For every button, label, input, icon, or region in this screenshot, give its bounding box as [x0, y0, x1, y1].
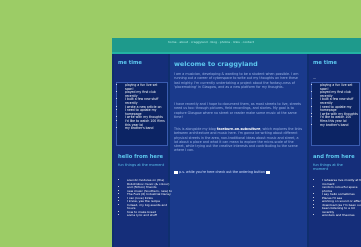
main-paragraph-1: I am a musician, developing & wanting to… [174, 72, 299, 89]
list-item[interactable]: some lyric and stuff [127, 213, 173, 218]
left-sidebar-section2-title: hello from here [118, 154, 164, 160]
right-sidebar-divider: — [313, 76, 316, 80]
list-item[interactable]: wonders and theories [322, 213, 361, 218]
right-sidebar-title: me time [313, 60, 337, 66]
right-sidebar-list: playing a fun live set soon!played my fi… [312, 83, 359, 128]
main-paragraph-3-text-b: , which explores the links between archi… [174, 127, 303, 153]
button-badge-icon[interactable] [174, 170, 178, 174]
main-title: welcome to craggyland [174, 60, 258, 68]
left-sidebar-box: playing a fun live set soon!played my fi… [116, 82, 168, 146]
page-background-left [0, 0, 112, 247]
main-paragraph-3: This is alongside my blog faceburn.on.su… [174, 127, 303, 153]
list-item[interactable]: my brother's band [125, 127, 166, 131]
left-sidebar-list: playing a fun live set soon!played my fi… [117, 83, 167, 132]
left-sidebar-section2-subtitle: fun things at the moment [118, 163, 165, 167]
list-item[interactable]: my brother's band [320, 123, 358, 128]
right-sidebar-section2-subtitle: fun things at the moment [313, 163, 343, 172]
page-background-top [112, 0, 361, 38]
main-footer-text: p.s. while you're here check out the ord… [179, 170, 265, 174]
right-sidebar-box: playing a fun live set soon!played my fi… [311, 82, 360, 146]
site-nav[interactable]: home · about · craggyland · blog · photo… [168, 40, 254, 44]
main-paragraph-2: I have recently and I hope to document t… [174, 102, 302, 119]
main-footer-note: p.s. while you're here check out the ord… [174, 170, 270, 174]
button-badge-icon-2[interactable] [266, 170, 270, 174]
left-sidebar-title: me time [118, 60, 142, 66]
left-sidebar-section2-list: soundz modules on (the) Robotnikov music… [118, 178, 173, 218]
right-sidebar-section2-title: and from here [313, 154, 355, 160]
right-sidebar-section2-list: I rehearse live mostly at the momentrand… [313, 178, 361, 218]
